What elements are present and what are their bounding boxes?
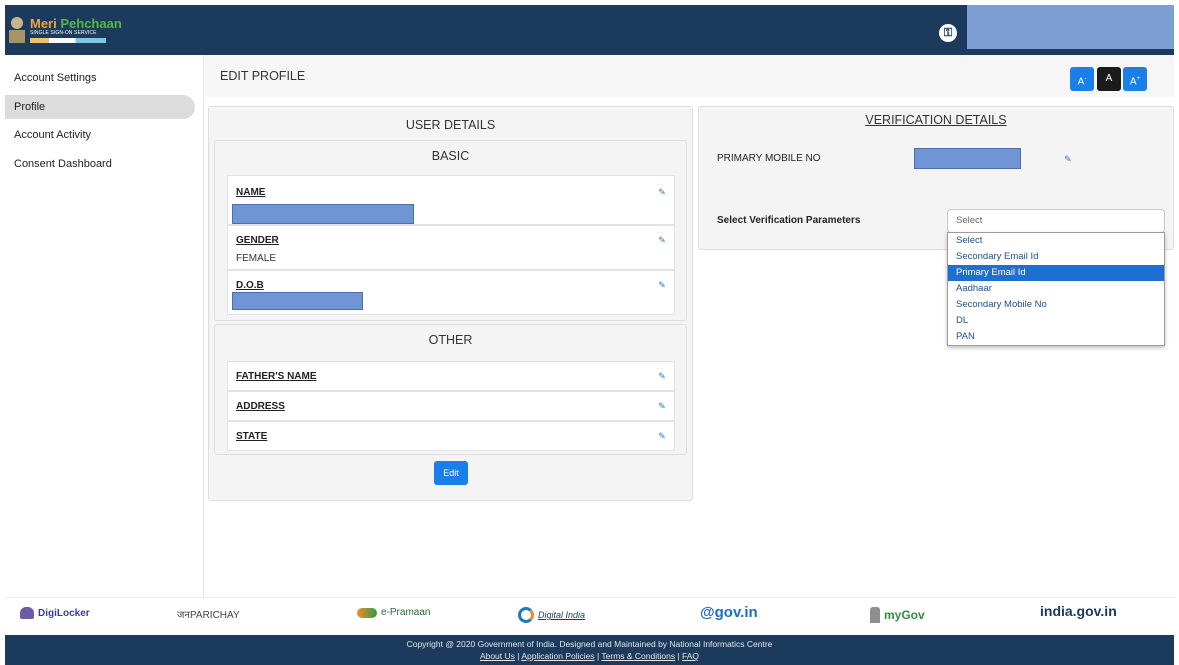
fathers-name-field: FATHER'S NAME ✎ [227,361,675,391]
sidebar-item-account-activity[interactable]: Account Activity [5,123,195,147]
meri-pehchaan-logo[interactable]: Meri Pehchaan SINGLE SIGN-ON SERVICE [8,12,122,48]
primary-mobile-redacted [914,148,1021,169]
option-primary-email[interactable]: Primary Email Id [948,265,1164,281]
option-secondary-email[interactable]: Secondary Email Id [948,249,1164,265]
digital-india-logo[interactable]: Digital India [518,607,585,623]
digilocker-icon [20,607,34,619]
application-policies-link[interactable]: Application Policies [521,651,594,661]
page-title: EDIT PROFILE [220,69,306,83]
user-details-panel: USER DETAILS BASIC NAME ✎ GENDER FEMALE … [208,106,693,501]
logo-subtitle: SINGLE SIGN-ON SERVICE [30,30,97,36]
epramaan-icon [357,607,377,618]
gov-in-logo[interactable]: @gov.in [700,604,758,621]
dob-value-redacted [232,292,363,310]
digilocker-logo[interactable]: DigiLocker [20,607,90,619]
option-secondary-mobile[interactable]: Secondary Mobile No [948,297,1164,313]
about-us-link[interactable]: About Us [480,651,515,661]
mygov-logo[interactable]: myGov [870,607,925,623]
option-pan[interactable]: PAN [948,329,1164,345]
font-normal-button[interactable]: A [1097,67,1121,91]
select-verification-label: Select Verification Parameters [717,215,861,226]
state-field: STATE ✎ [227,421,675,451]
sidebar-item-profile[interactable]: Profile [5,95,195,119]
key-icon[interactable]: ⚿ [939,24,957,42]
verification-details-panel: VERIFICATION DETAILS PRIMARY MOBILE NO ✎… [698,106,1174,250]
other-section: OTHER FATHER'S NAME ✎ ADDRESS ✎ STATE ✎ [214,324,687,455]
sidebar: Account Settings Profile Account Activit… [5,55,204,597]
national-emblem-icon [8,15,26,45]
name-value-redacted [232,204,414,224]
name-field: NAME ✎ [227,175,675,225]
page-header: EDIT PROFILE A- A A+ [205,55,1174,97]
gender-value: FEMALE [236,253,277,264]
edit-dob-icon[interactable]: ✎ [657,281,667,290]
partner-logos-bar: DigiLocker जनPARICHAY e-Pramaan Digital … [5,597,1174,635]
india-gov-in-logo[interactable]: india.gov.in [1040,603,1117,619]
copyright-text: Copyright @ 2020 Government of India. De… [406,639,773,649]
option-dl[interactable]: DL [948,313,1164,329]
footer: Copyright @ 2020 Government of India. De… [5,635,1174,665]
name-label: NAME [236,187,266,198]
logo-partner-strip [30,38,106,43]
janparichay-logo[interactable]: जनPARICHAY [177,607,240,621]
verification-options-dropdown: Select Secondary Email Id Primary Email … [947,232,1165,346]
footer-links: About Us | Application Policies | Terms … [479,651,700,661]
basic-section: BASIC NAME ✎ GENDER FEMALE ✎ D.O.B ✎ [214,140,687,321]
font-decrease-button[interactable]: A- [1070,67,1094,91]
digital-india-icon [518,607,534,623]
user-details-title: USER DETAILS [405,118,496,132]
verification-select[interactable]: Select [947,209,1165,233]
state-label: STATE [236,431,268,442]
user-name-redacted[interactable] [967,5,1174,49]
edit-primary-mobile-icon[interactable]: ✎ [1063,155,1073,164]
edit-address-icon[interactable]: ✎ [657,402,667,411]
sidebar-item-consent-dashboard[interactable]: Consent Dashboard [5,152,195,176]
option-aadhaar[interactable]: Aadhaar [948,281,1164,297]
dob-label: D.O.B [236,280,264,291]
logo-title: Meri Pehchaan [30,16,122,31]
basic-section-title: BASIC [431,149,470,163]
terms-conditions-link[interactable]: Terms & Conditions [601,651,675,661]
address-label: ADDRESS [236,401,285,412]
primary-mobile-label: PRIMARY MOBILE NO [717,153,821,164]
font-increase-button[interactable]: A+ [1123,67,1147,91]
other-section-title: OTHER [428,333,473,347]
address-field: ADDRESS ✎ [227,391,675,421]
fathers-name-label: FATHER'S NAME [236,371,317,382]
gender-label: GENDER [236,235,279,246]
dob-field: D.O.B ✎ [227,270,675,315]
emblem-icon [870,607,880,623]
top-header: Meri Pehchaan SINGLE SIGN-ON SERVICE ⚿ [5,5,1174,55]
sidebar-item-account-settings[interactable]: Account Settings [5,66,195,90]
gender-field: GENDER FEMALE ✎ [227,225,675,270]
edit-name-icon[interactable]: ✎ [657,188,667,197]
edit-button[interactable]: Edit [434,461,468,485]
faq-link[interactable]: FAQ [682,651,699,661]
epramaan-logo[interactable]: e-Pramaan [357,607,430,618]
edit-fathers-name-icon[interactable]: ✎ [657,372,667,381]
edit-gender-icon[interactable]: ✎ [657,236,667,245]
edit-state-icon[interactable]: ✎ [657,432,667,441]
option-select[interactable]: Select [948,233,1164,249]
verification-details-title: VERIFICATION DETAILS [865,113,1007,127]
